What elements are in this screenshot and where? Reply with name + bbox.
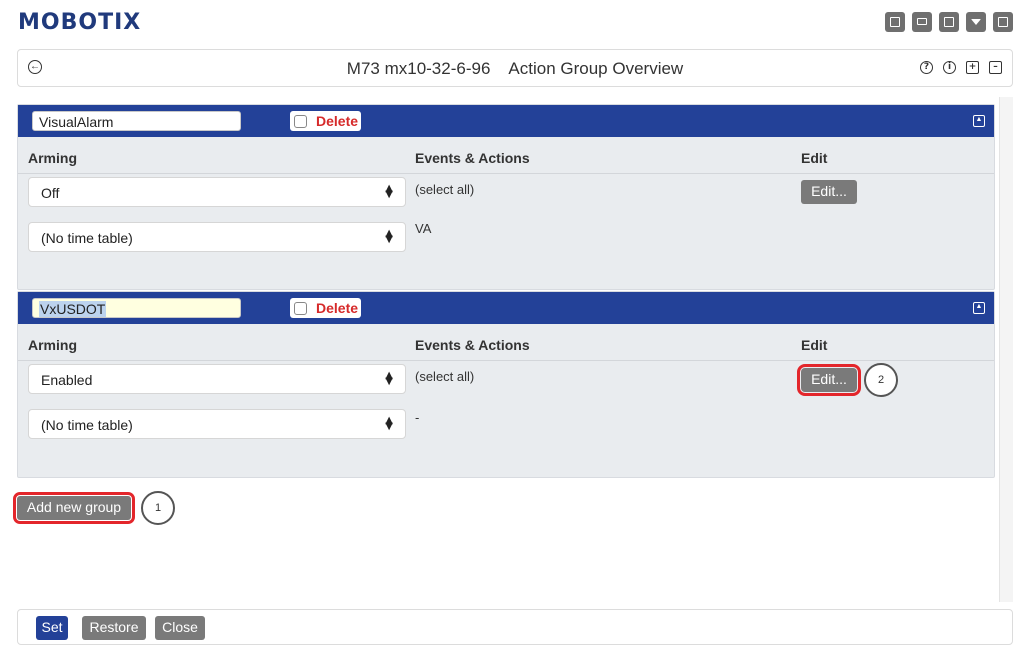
close-button[interactable]: Close <box>155 616 205 640</box>
divider <box>18 360 994 361</box>
events-actions-header: Events & Actions <box>415 150 530 166</box>
add-new-group-button[interactable]: Add new group <box>13 492 135 524</box>
delete-checkbox[interactable]: Delete <box>290 111 361 131</box>
events-select-all[interactable]: (select all) <box>415 182 474 197</box>
time-table-value: (No time table) <box>41 230 133 246</box>
time-table-select[interactable]: (No time table) ▲ ▼ <box>28 409 406 439</box>
title-bar: ← M73 mx10-32-6-96 Action Group Overview … <box>17 49 1013 87</box>
group-name-input[interactable]: VisualAlarm <box>32 111 241 131</box>
expand-icon[interactable]: + <box>966 61 979 74</box>
restore-button[interactable]: Restore <box>82 616 146 640</box>
info-icon[interactable]: i <box>943 61 956 74</box>
delete-label: Delete <box>316 300 359 316</box>
arming-value: Enabled <box>41 372 93 388</box>
edit-button[interactable]: Edit... <box>797 364 861 396</box>
select-arrows-icon: ▲ ▼ <box>385 183 393 200</box>
time-table-select[interactable]: (No time table) ▲ ▼ <box>28 222 406 252</box>
camera-name: M73 mx10-32-6-96 <box>346 59 491 78</box>
group-header: VisualAlarm Delete ▲ <box>18 105 994 137</box>
collapse-panel-icon[interactable]: ▲ <box>973 115 985 127</box>
time-table-value: (No time table) <box>41 417 133 433</box>
window-controls <box>885 12 1013 32</box>
page-heading: Action Group Overview <box>508 59 684 78</box>
select-arrows-icon: ▲ ▼ <box>385 370 393 387</box>
grid-icon[interactable] <box>885 12 905 32</box>
action-group-panel: VxUSDOT Delete ▲ Arming Events & Actions… <box>17 291 995 478</box>
divider <box>18 173 994 174</box>
mobotix-logo: MOBOTIX <box>18 10 142 35</box>
checkbox-icon[interactable] <box>294 114 307 128</box>
collapse-icon[interactable]: – <box>989 61 1002 74</box>
minimize-icon[interactable] <box>912 12 932 32</box>
edit-header: Edit <box>801 337 828 353</box>
page-title: M73 mx10-32-6-96 Action Group Overview <box>18 59 1012 79</box>
arming-select[interactable]: Enabled ▲ ▼ <box>28 364 406 394</box>
group-header: VxUSDOT Delete ▲ <box>18 292 994 324</box>
events-actions-header: Events & Actions <box>415 337 530 353</box>
external-link-icon[interactable] <box>939 12 959 32</box>
footer-bar: Set Restore Close <box>17 609 1013 645</box>
set-button[interactable]: Set <box>36 616 68 640</box>
delete-label: Delete <box>316 113 359 129</box>
close-icon[interactable] <box>993 12 1013 32</box>
group-name-input[interactable]: VxUSDOT <box>32 298 241 318</box>
action-group-panel: VisualAlarm Delete ▲ Arming Events & Act… <box>17 104 995 290</box>
edit-button[interactable]: Edit... <box>801 180 857 204</box>
select-arrows-icon: ▲ ▼ <box>385 415 393 432</box>
collapse-panel-icon[interactable]: ▲ <box>973 302 985 314</box>
scrollbar[interactable] <box>999 97 1013 602</box>
dropdown-icon[interactable] <box>966 12 986 32</box>
arming-header: Arming <box>28 150 77 166</box>
delete-checkbox[interactable]: Delete <box>290 298 361 318</box>
events-select-all[interactable]: (select all) <box>415 369 474 384</box>
events-item: - <box>415 410 420 425</box>
checkbox-icon[interactable] <box>294 301 307 315</box>
arming-value: Off <box>41 185 60 201</box>
select-arrows-icon: ▲ ▼ <box>385 228 393 245</box>
arming-select[interactable]: Off ▲ ▼ <box>28 177 406 207</box>
arming-header: Arming <box>28 337 77 353</box>
callout-marker: 1 <box>141 491 175 525</box>
callout-marker: 2 <box>864 363 898 397</box>
events-item: VA <box>415 221 432 236</box>
help-icon[interactable]: ? <box>920 61 933 74</box>
edit-header: Edit <box>801 150 828 166</box>
title-icons: ? i + – <box>920 61 1002 74</box>
